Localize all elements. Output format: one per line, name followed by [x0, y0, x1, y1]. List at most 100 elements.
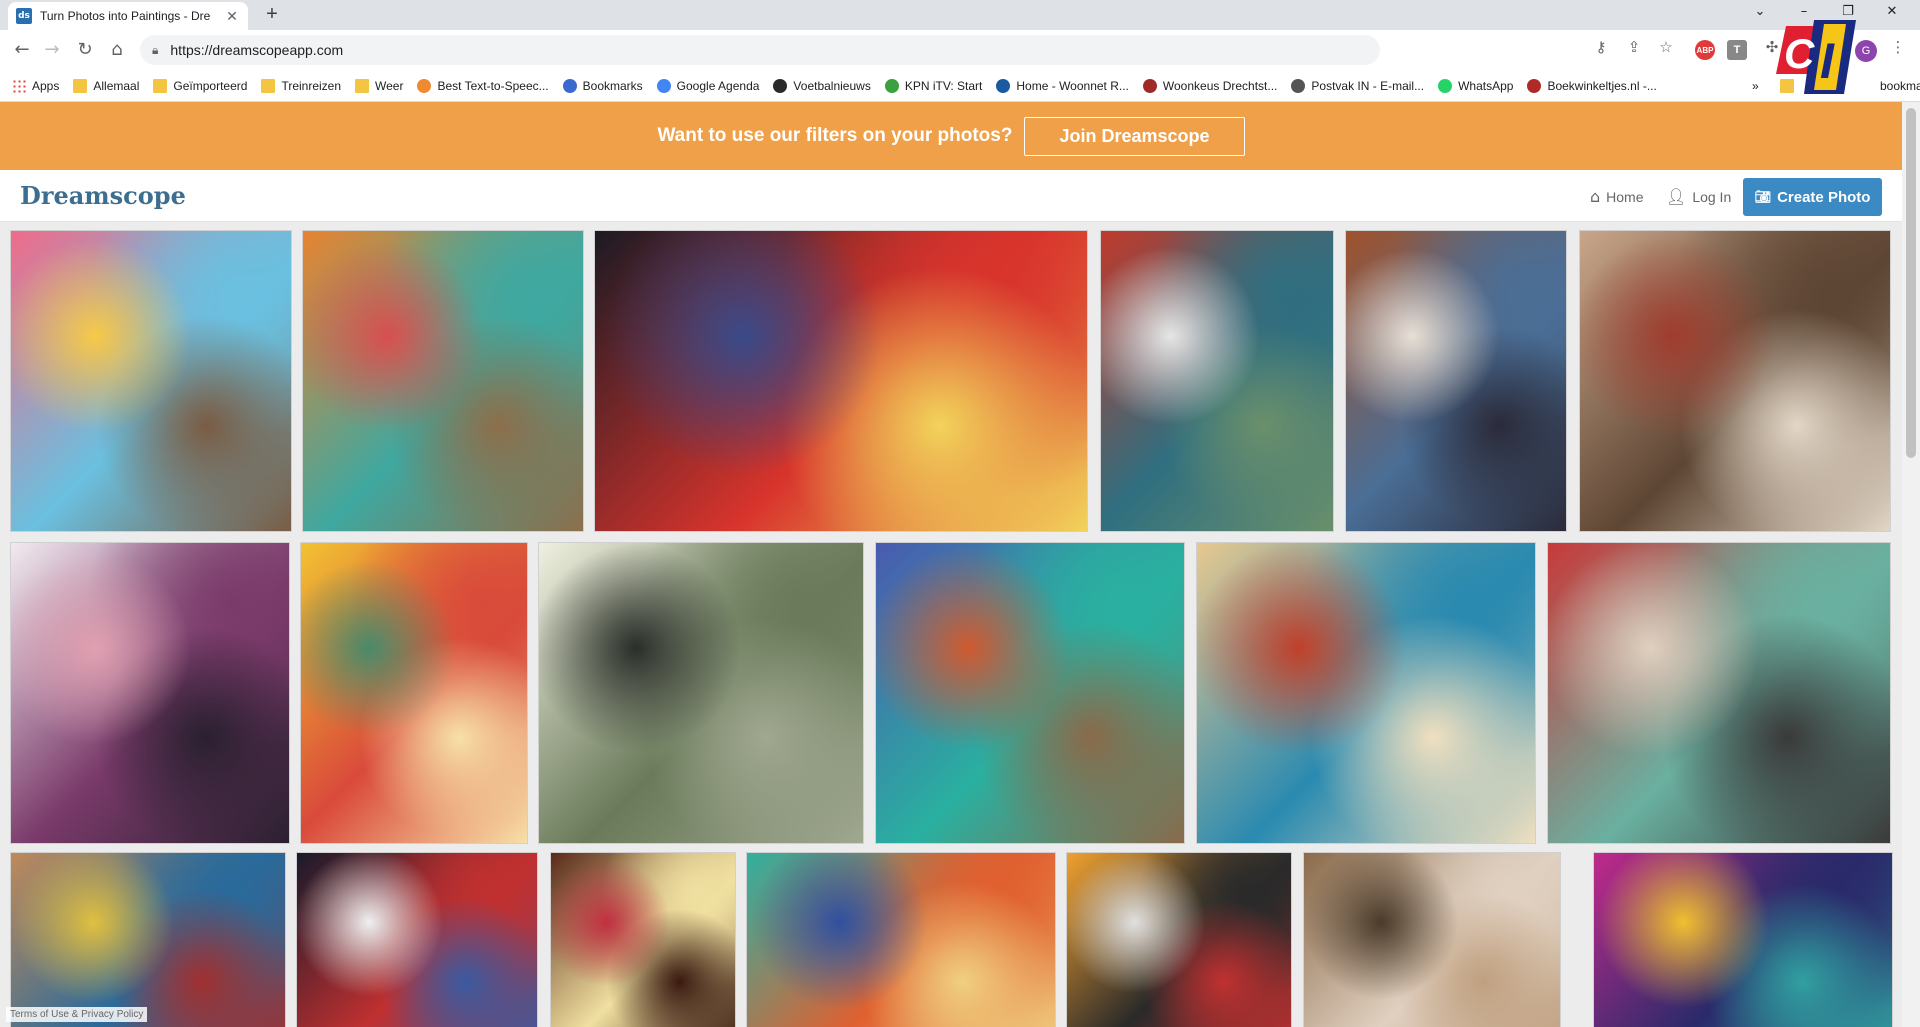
bookmark-label: Woonkeus Drechtst... — [1162, 78, 1278, 93]
camera-icon: 📷︎ — [1754, 189, 1772, 205]
bookmark-label: KPN iTV: Start — [904, 78, 983, 93]
bookmark-item[interactable]: Allemaal — [73, 78, 140, 93]
photo-gallery — [0, 222, 1902, 1027]
girl-lemon-glasses-painting[interactable] — [300, 542, 528, 844]
bookmark-label: Best Text-to-Speec... — [437, 78, 549, 93]
bookmark-label: Google Agenda — [676, 78, 760, 93]
close-tab-icon[interactable]: ✕ — [224, 8, 240, 25]
bookmark-item[interactable]: Geïmporteerd — [153, 78, 248, 93]
home-icon[interactable]: ⌂ — [105, 38, 129, 62]
book-icon — [1527, 78, 1542, 93]
bookmark-item[interactable]: Treinreizen — [261, 78, 342, 93]
bookmark-item[interactable]: Apps — [12, 78, 60, 93]
white-horse-painting[interactable] — [1303, 852, 1561, 1027]
horse-abstract-painting[interactable] — [746, 852, 1056, 1027]
other-bookmarks-label: bookmarks — [1880, 78, 1920, 93]
adblock-icon[interactable]: ABP — [1695, 40, 1715, 60]
promo-banner: Want to use our filters on your photos? … — [0, 102, 1902, 170]
folder-icon — [261, 78, 276, 93]
reload-icon[interactable]: ↻ — [73, 38, 97, 62]
bookmark-item[interactable]: WhatsApp — [1438, 78, 1514, 93]
bookmark-label: Bookmarks — [582, 78, 643, 93]
new-tab-icon[interactable]: + — [260, 3, 284, 26]
promo-text: Want to use our filters on your photos? — [657, 125, 1013, 146]
bookmark-label: Treinreizen — [281, 78, 342, 93]
tab-search-chevron-icon[interactable]: ⌄ — [1748, 4, 1772, 19]
woman-white-dress-painting[interactable] — [1100, 230, 1334, 532]
news-icon — [773, 78, 788, 93]
dreamscope-logo[interactable]: Dreamscope — [20, 181, 186, 210]
home-label: Home — [1606, 188, 1644, 205]
blonde-woman-painting[interactable] — [1196, 542, 1536, 844]
bookmark-item[interactable]: Weer — [355, 78, 403, 93]
woman-dark-hair-watercolor[interactable] — [10, 542, 290, 844]
key-icon[interactable]: ⚷ — [1589, 38, 1613, 56]
address-bar[interactable]: 🔒︎ https://dreamscopeapp.com — [140, 35, 1380, 65]
close-window-icon[interactable]: ✕ — [1880, 4, 1904, 19]
bookmark-label: Home - Woonnet R... — [1016, 78, 1129, 93]
cat-scarf-blue-painting[interactable] — [875, 542, 1185, 844]
bookmark-item[interactable]: Boekwinkeltjes.nl -... — [1527, 78, 1657, 93]
orange-drink-cake-painting[interactable] — [1066, 852, 1292, 1027]
mail-icon — [1291, 78, 1306, 93]
forward-icon[interactable]: → — [40, 38, 64, 62]
restore-icon[interactable]: ❐ — [1836, 4, 1860, 19]
login-link[interactable]: 👤︎ Log In — [1666, 187, 1731, 206]
join-dreamscope-button[interactable]: Join Dreamscope — [1024, 116, 1245, 156]
cat-lying-geometric-painting[interactable] — [1547, 542, 1891, 844]
star-icon[interactable]: ☆ — [1654, 38, 1678, 56]
cat-scarf-colorful-painting[interactable] — [10, 230, 292, 532]
cat-scarf-bright-painting[interactable] — [302, 230, 584, 532]
back-icon[interactable]: ← — [10, 38, 34, 62]
menu-icon[interactable]: ⋮ — [1886, 38, 1910, 56]
bookmark-label: Apps — [32, 78, 60, 93]
more-bookmarks-icon[interactable]: » — [1752, 79, 1759, 93]
profile-avatar[interactable]: G — [1855, 40, 1877, 62]
terms-link[interactable]: Terms of Use & Privacy Policy — [6, 1007, 148, 1022]
bookmark-label: Voetbalnieuws — [793, 78, 871, 93]
moon-village-painting[interactable] — [538, 542, 864, 844]
bookmark-label: Allemaal — [93, 78, 140, 93]
star-icon — [562, 78, 577, 93]
folder-icon — [153, 78, 168, 93]
share-icon[interactable]: ⇪ — [1622, 38, 1646, 56]
browser-tab[interactable]: ds Turn Photos into Paintings - Dre ✕ — [8, 2, 248, 30]
folder-icon — [355, 78, 370, 93]
puppy-colorful-painting[interactable] — [10, 852, 286, 1027]
bookmark-label: Postvak IN - E-mail... — [1311, 78, 1425, 93]
svg-text:C: C — [1784, 30, 1815, 77]
bookmarks-bar: Apps Allemaal Geïmporteerd Treinreizen Weer B… — [0, 70, 1920, 102]
tab-title: Turn Photos into Paintings - Dre — [40, 9, 211, 23]
bookmark-item[interactable]: Woonkeus Drechtst... — [1142, 78, 1278, 93]
bookmark-item[interactable]: Best Text-to-Speec... — [417, 78, 549, 93]
black-cat-mosaic-painting[interactable] — [296, 852, 538, 1027]
bookmark-label: Boekwinkeltjes.nl -... — [1547, 78, 1657, 93]
home-link[interactable]: ⌂ Home — [1590, 187, 1644, 206]
dreamscope-favicon-icon: ds — [16, 8, 32, 24]
bookmark-item[interactable]: Bookmarks — [562, 78, 643, 93]
bookmark-label: Geïmporteerd — [173, 78, 248, 93]
scrollbar-thumb[interactable] — [1906, 108, 1916, 458]
speech-icon — [417, 78, 432, 93]
create-photo-label: Create Photo — [1777, 188, 1871, 206]
t-extension-icon[interactable]: T — [1727, 40, 1747, 60]
page-scrollbar[interactable] — [1902, 102, 1920, 1027]
bookmark-item[interactable]: Postvak IN - E-mail... — [1291, 78, 1425, 93]
bookmark-item[interactable]: KPN iTV: Start — [884, 78, 983, 93]
man-portrait-painting[interactable] — [1579, 230, 1891, 532]
bookmark-item[interactable]: Google Agenda — [656, 78, 760, 93]
browser-toolbar: ← → ↻ ⌂ 🔒︎ https://dreamscopeapp.com ⚷ ⇪… — [0, 30, 1920, 70]
psychedelic-insect-painting[interactable] — [1593, 852, 1893, 1027]
folder-icon — [73, 78, 88, 93]
flowers-vase-painting[interactable] — [550, 852, 736, 1027]
black-cat-closeup-painting[interactable] — [594, 230, 1088, 532]
bookmark-label: WhatsApp — [1458, 78, 1514, 93]
bookmark-item[interactable]: Voetbalnieuws — [773, 78, 871, 93]
create-photo-button[interactable]: 📷︎ Create Photo — [1743, 178, 1882, 216]
minimize-icon[interactable]: – — [1792, 4, 1816, 19]
winter-trees-painting[interactable] — [1345, 230, 1567, 532]
woonnet-icon — [996, 78, 1011, 93]
lock-icon: 🔒︎ — [152, 42, 159, 57]
apps-icon — [12, 78, 26, 93]
bookmark-item[interactable]: Home - Woonnet R... — [996, 78, 1129, 93]
